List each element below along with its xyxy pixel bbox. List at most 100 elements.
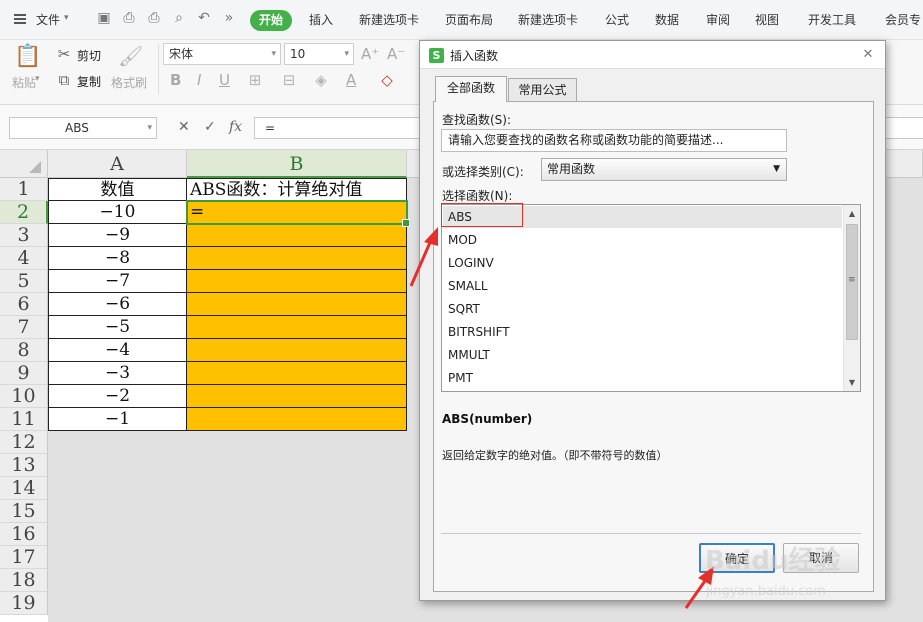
italic-button[interactable]: I xyxy=(197,71,201,89)
function-item-bitrshift[interactable]: BITRSHIFT xyxy=(443,321,842,343)
row-header-19[interactable]: 19 xyxy=(0,592,48,615)
tab-member[interactable]: 会员专 xyxy=(885,11,921,28)
scroll-down-icon[interactable]: ▼ xyxy=(844,374,860,391)
cell-b3[interactable] xyxy=(187,224,407,247)
function-item-mmult[interactable]: MMULT xyxy=(443,344,842,366)
tab-common-formulas[interactable]: 常用公式 xyxy=(508,78,577,102)
cancel-formula-icon[interactable]: ✕ xyxy=(178,119,190,135)
cell-a1[interactable]: 数值 xyxy=(48,178,187,201)
cell-a4[interactable]: −8 xyxy=(48,247,187,270)
cell-b2[interactable]: = xyxy=(187,201,407,224)
print-icon[interactable]: ⎙ xyxy=(146,10,162,26)
tab-page-layout[interactable]: 页面布局 xyxy=(445,11,493,28)
cell-a8[interactable]: −4 xyxy=(48,339,187,362)
font-color-button[interactable]: A xyxy=(346,71,356,89)
function-item-pmt[interactable]: PMT xyxy=(443,367,842,389)
grow-font-button[interactable]: A⁺ xyxy=(361,45,379,63)
row-header-17[interactable]: 17 xyxy=(0,546,48,569)
row-header-9[interactable]: 9 xyxy=(0,362,48,385)
row-header-10[interactable]: 10 xyxy=(0,385,48,408)
row-header-14[interactable]: 14 xyxy=(0,477,48,500)
cell-b9[interactable] xyxy=(187,362,407,385)
row-header-5[interactable]: 5 xyxy=(0,270,48,293)
cell-b5[interactable] xyxy=(187,270,407,293)
cell-a2[interactable]: −10 xyxy=(48,201,187,224)
tab-new-1[interactable]: 新建选项卡 xyxy=(359,11,419,28)
copy-button[interactable]: 复制 xyxy=(77,73,101,90)
cut-button[interactable]: 剪切 xyxy=(77,47,101,64)
row-header-3[interactable]: 3 xyxy=(0,224,48,247)
dialog-titlebar[interactable]: S 插入函数 ✕ xyxy=(420,41,885,69)
cell-b7[interactable] xyxy=(187,316,407,339)
category-select[interactable]: 常用函数 ▼ xyxy=(541,158,787,181)
scissors-icon[interactable]: ✂ xyxy=(56,45,72,63)
paste-button[interactable]: 粘贴 xyxy=(12,74,36,91)
border-icon[interactable]: ⊞ xyxy=(246,71,264,89)
cancel-button[interactable]: 取消 xyxy=(783,543,859,573)
scroll-thumb[interactable] xyxy=(846,224,858,340)
tab-data[interactable]: 数据 xyxy=(655,11,679,28)
name-box[interactable]: ABS ▾ xyxy=(9,117,157,139)
row-header-2[interactable]: 2 xyxy=(0,201,48,224)
cell-b1[interactable]: ABS函数：计算绝对值 xyxy=(187,178,407,201)
shrink-font-button[interactable]: A⁻ xyxy=(387,45,405,63)
row-header-7[interactable]: 7 xyxy=(0,316,48,339)
fill-color-icon[interactable]: ◈ xyxy=(312,71,330,89)
menu-icon[interactable] xyxy=(14,14,26,24)
cell-b10[interactable] xyxy=(187,385,407,408)
cell-a9[interactable]: −3 xyxy=(48,362,187,385)
undo-icon[interactable]: ↶ xyxy=(196,10,212,26)
bold-button[interactable]: B xyxy=(170,71,181,89)
font-name-select[interactable]: 宋体 ▾ xyxy=(163,43,281,65)
cell-b8[interactable] xyxy=(187,339,407,362)
file-menu[interactable]: 文件 xyxy=(36,11,60,28)
format-painter-button[interactable]: 格式刷 xyxy=(111,74,147,91)
copy-icon[interactable]: ⧉ xyxy=(56,71,72,89)
function-item-small[interactable]: SMALL xyxy=(443,275,842,297)
tab-developer[interactable]: 开发工具 xyxy=(808,11,856,28)
cell-a3[interactable]: −9 xyxy=(48,224,187,247)
ok-button[interactable]: 确定 xyxy=(699,543,775,573)
close-icon[interactable]: ✕ xyxy=(857,45,879,64)
function-item-sqrt[interactable]: SQRT xyxy=(443,298,842,320)
row-header-1[interactable]: 1 xyxy=(0,178,48,201)
cell-a6[interactable]: −6 xyxy=(48,293,187,316)
row-header-4[interactable]: 4 xyxy=(0,247,48,270)
function-item-mod[interactable]: MOD xyxy=(443,229,842,251)
row-header-12[interactable]: 12 xyxy=(0,431,48,454)
search-input[interactable]: 请输入您要查找的函数名称或函数功能的简要描述... xyxy=(441,129,787,152)
confirm-formula-icon[interactable]: ✓ xyxy=(204,119,216,135)
cell-b6[interactable] xyxy=(187,293,407,316)
column-header-b[interactable]: B xyxy=(187,150,407,178)
cell-a5[interactable]: −7 xyxy=(48,270,187,293)
tab-review[interactable]: 审阅 xyxy=(706,11,730,28)
column-header-a[interactable]: A xyxy=(48,150,187,178)
cell-a10[interactable]: −2 xyxy=(48,385,187,408)
insert-function-icon[interactable]: fx xyxy=(229,119,242,135)
tab-start[interactable]: 开始 xyxy=(250,10,292,31)
zoom-icon[interactable]: ⌕ xyxy=(171,10,187,26)
row-header-6[interactable]: 6 xyxy=(0,293,48,316)
function-item-loginv[interactable]: LOGINV xyxy=(443,252,842,274)
more-quick-icon[interactable]: » xyxy=(221,10,237,26)
function-item-abs[interactable]: ABS xyxy=(443,206,842,228)
tab-view[interactable]: 视图 xyxy=(755,11,779,28)
format-painter-icon[interactable]: 🖌 xyxy=(118,44,143,68)
row-header-15[interactable]: 15 xyxy=(0,500,48,523)
merge-icon[interactable]: ⊟ xyxy=(280,71,298,89)
cell-b11[interactable] xyxy=(187,408,407,431)
file-menu-chevron-icon[interactable]: ▾ xyxy=(64,13,69,23)
font-size-select[interactable]: 10 ▾ xyxy=(284,43,354,65)
paste-chevron-icon[interactable]: ▾ xyxy=(35,74,40,84)
row-header-16[interactable]: 16 xyxy=(0,523,48,546)
row-header-13[interactable]: 13 xyxy=(0,454,48,477)
function-list[interactable]: ABS MOD LOGINV SMALL SQRT BITRSHIFT MMULT PMT ▲… xyxy=(441,204,861,392)
print-preview-icon[interactable]: ⎙ xyxy=(121,10,137,26)
cell-a11[interactable]: −1 xyxy=(48,408,187,431)
cell-b4[interactable] xyxy=(187,247,407,270)
scroll-up-icon[interactable]: ▲ xyxy=(844,205,860,222)
eraser-icon[interactable]: ◇ xyxy=(378,71,396,89)
paste-icon[interactable]: 📋 xyxy=(14,44,41,72)
tab-new-2[interactable]: 新建选项卡 xyxy=(518,11,578,28)
row-header-8[interactable]: 8 xyxy=(0,339,48,362)
